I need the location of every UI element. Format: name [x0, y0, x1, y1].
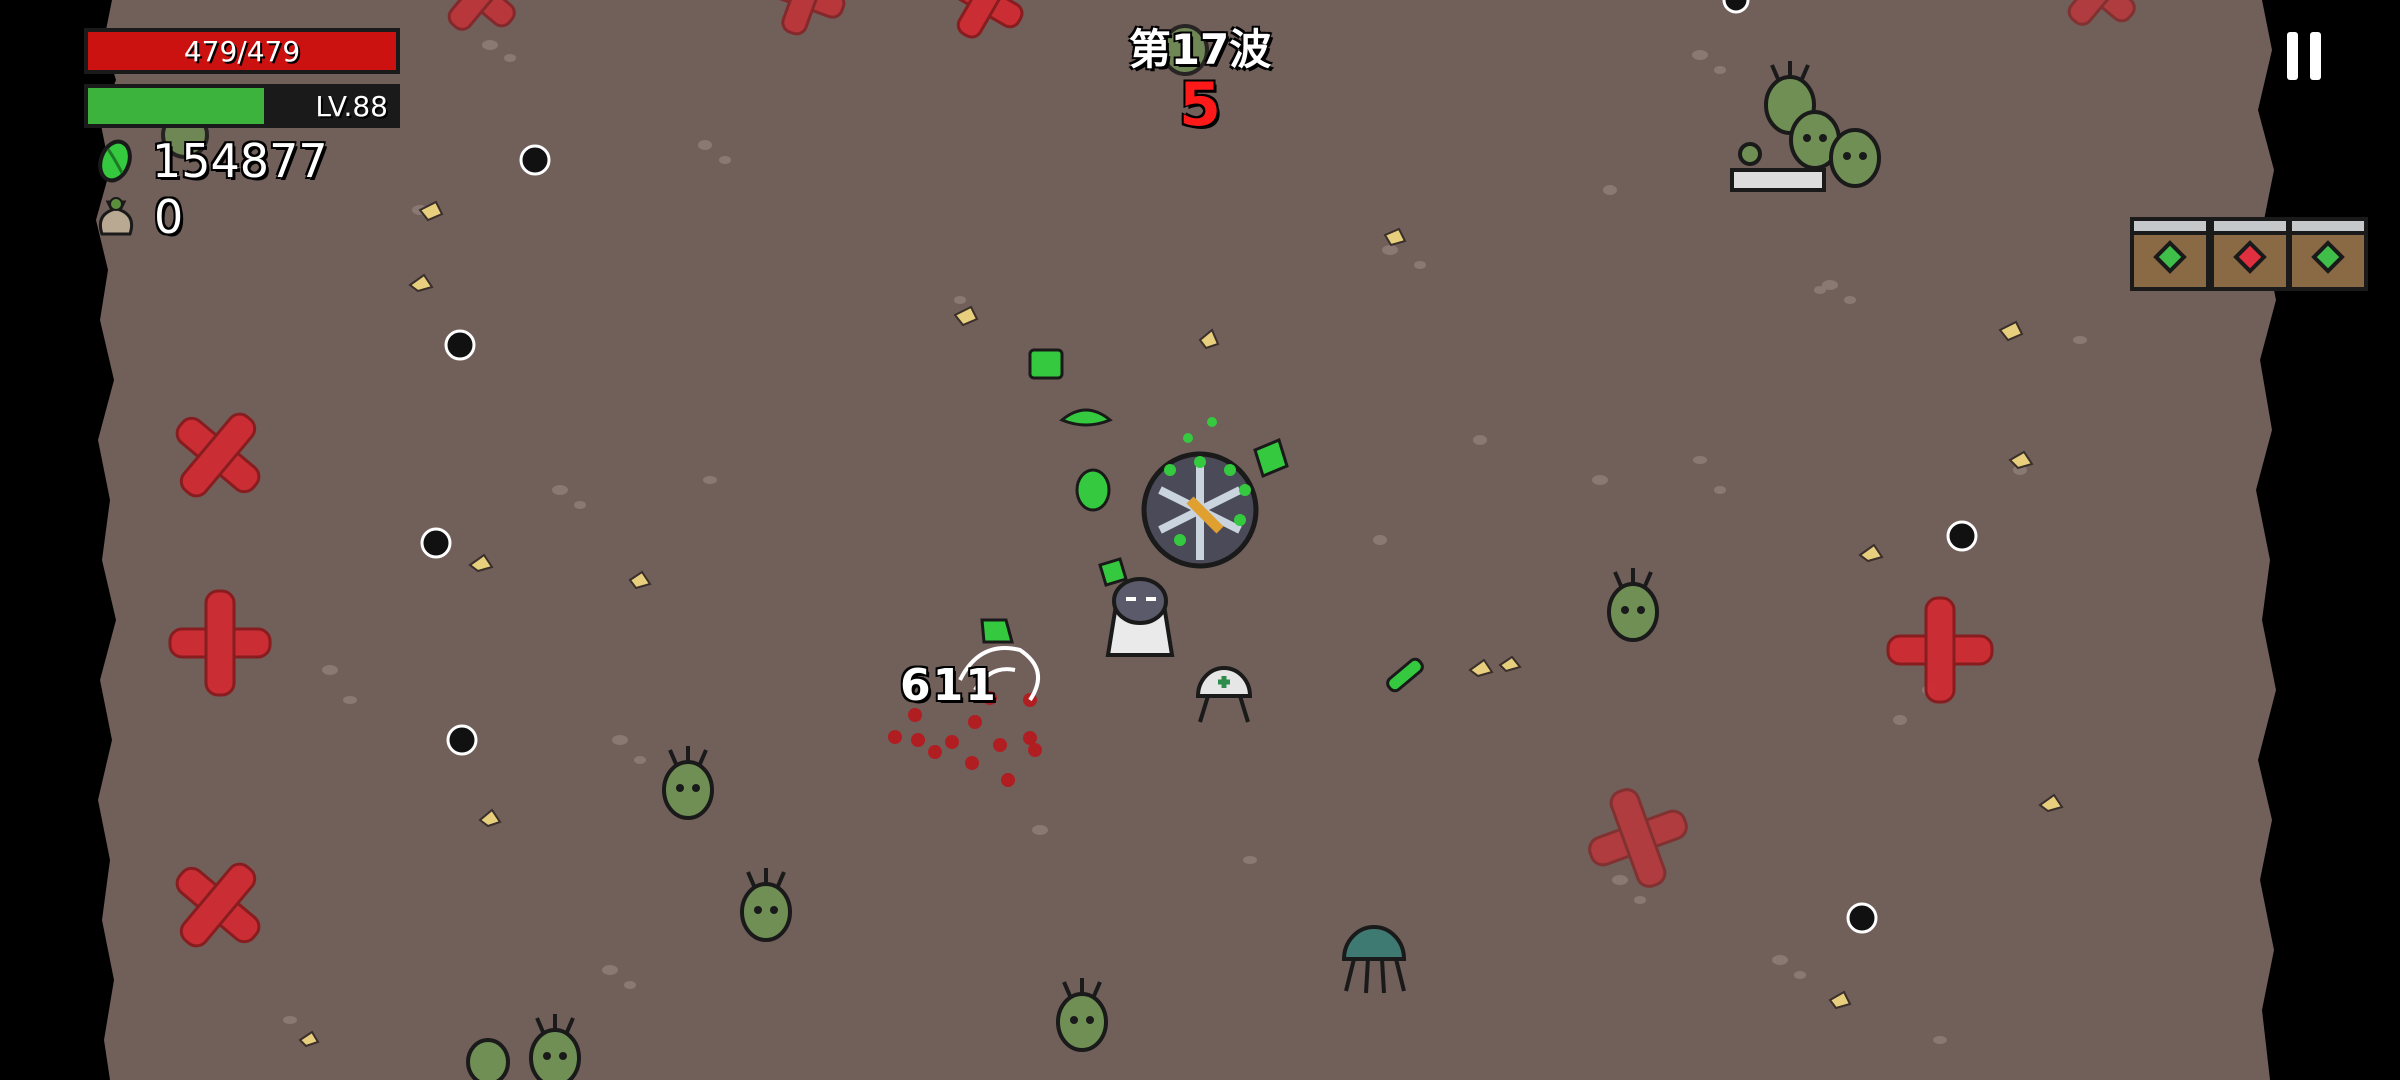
health-text: 479/479	[183, 34, 301, 68]
materials-value: 154877	[152, 134, 328, 188]
loot-crates	[2130, 217, 2368, 291]
enemy-alien	[662, 746, 714, 820]
enemy-alien	[740, 868, 792, 942]
pause-icon	[2287, 32, 2298, 80]
level-text: LV.88	[315, 89, 388, 123]
player-character	[1105, 577, 1175, 657]
loot-crate-icon	[2210, 217, 2290, 291]
experience-bar: LV.88	[84, 84, 400, 128]
game-arena	[0, 0, 2400, 1080]
loot-crate-icon	[2130, 217, 2210, 291]
experience-bar-fill	[88, 88, 264, 124]
wave-title: 第17波	[1128, 25, 1272, 74]
bag-value: 0	[154, 190, 184, 244]
pause-icon	[2310, 32, 2321, 80]
enemy-alien	[529, 1014, 581, 1080]
enemy-alien	[1607, 568, 1659, 642]
damage-number: 611	[900, 660, 998, 711]
health-bar: 479/479	[84, 28, 400, 74]
bag-counter: 0	[94, 190, 183, 244]
enemy-alien	[466, 1038, 510, 1080]
pause-button[interactable]	[2268, 20, 2340, 92]
wave-timer: 5	[1179, 70, 1221, 140]
loot-crate-icon	[2288, 217, 2368, 291]
material-icon	[98, 139, 132, 183]
materials-counter: 154877	[94, 134, 328, 188]
enemy-alien	[1056, 978, 1108, 1052]
arena-right-border	[2256, 0, 2400, 1080]
enemy-alien	[1829, 128, 1881, 188]
bag-icon	[98, 197, 134, 236]
